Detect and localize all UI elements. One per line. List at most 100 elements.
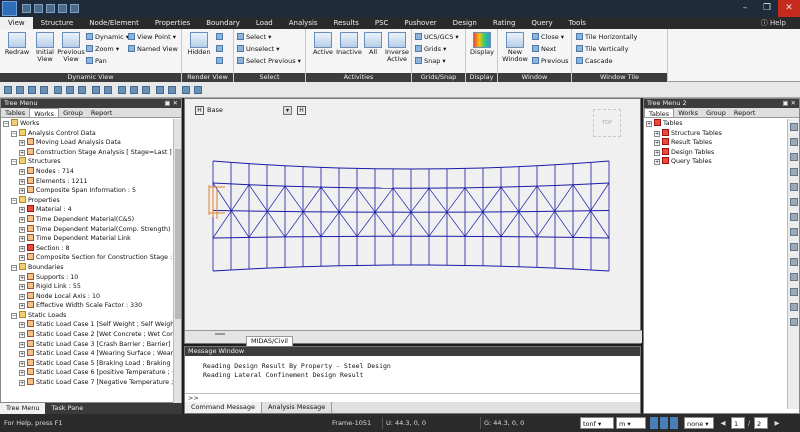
render-option-2[interactable] [216, 45, 225, 53]
restore-icon[interactable]: ❐ [756, 0, 778, 17]
panel-tab-tree-menu[interactable]: Tree Menu [0, 403, 46, 414]
side-tool-14-icon[interactable] [790, 318, 798, 326]
expand-toggle-icon[interactable]: + [19, 370, 25, 377]
toolbar-tool-7-icon[interactable] [78, 86, 86, 94]
select-button[interactable]: Select ▾ [237, 33, 271, 41]
length-unit-select[interactable]: m ▾ [616, 417, 646, 429]
chord-member[interactable] [536, 266, 556, 269]
render-option-3[interactable] [216, 57, 225, 65]
chord-member[interactable] [482, 166, 502, 169]
message-tab-command-message[interactable]: Command Message [185, 402, 262, 413]
chord-member[interactable] [212, 269, 232, 272]
tab-node-element[interactable]: Node/Element [81, 17, 147, 29]
tree-item[interactable]: + Moving Load Analysis Data [1, 138, 181, 148]
tree-item[interactable]: + Node Local Axis : 10 [1, 291, 181, 302]
expand-toggle-icon[interactable]: − [11, 197, 17, 204]
redraw-button[interactable]: Redraw [2, 32, 32, 56]
toolbar-tool-16-icon[interactable] [194, 86, 202, 94]
expand-toggle-icon[interactable]: + [19, 245, 25, 252]
tree-item[interactable]: + Supports : 10 [1, 272, 181, 283]
tree-item[interactable]: + Static Load Case 3 [Crash Barrier ; Bar… [1, 339, 181, 350]
expand-toggle-icon[interactable]: + [654, 159, 660, 166]
tree-item[interactable]: + Construction Stage Analysis [ Stage=Las… [1, 147, 181, 158]
help-menu[interactable]: ⓘ Help [761, 18, 786, 28]
chord-member[interactable] [248, 184, 268, 186]
toolbar-tool-15-icon[interactable] [182, 86, 190, 94]
tree-item[interactable]: + Elements : 1211 [1, 176, 181, 187]
tree-item[interactable]: + Composite Section for Construction Stag… [1, 253, 181, 263]
toolbar-tool-1-icon[interactable] [4, 86, 12, 94]
tree-item[interactable]: + Composite Span Information : 5 [1, 186, 181, 196]
tab-properties[interactable]: Properties [147, 17, 198, 29]
side-tool-11-icon[interactable] [790, 273, 798, 281]
tree-item[interactable]: − Analysis Control Data [1, 128, 181, 139]
expand-toggle-icon[interactable]: + [19, 188, 25, 195]
expand-toggle-icon[interactable]: + [19, 168, 25, 175]
chord-member[interactable] [284, 185, 304, 188]
panel-tab-task-pane[interactable]: Task Pane [45, 403, 89, 414]
expand-toggle-icon[interactable]: + [646, 121, 652, 127]
pan-button[interactable]: Pan [86, 57, 107, 65]
expand-toggle-icon[interactable]: + [19, 216, 25, 223]
tree-item[interactable]: + Nodes : 714 [1, 166, 181, 177]
chord-member[interactable] [554, 267, 574, 270]
tree-item[interactable]: + Static Load Case 2 [Wet Concrete ; Wet … [1, 330, 181, 340]
expand-toggle-icon[interactable]: + [19, 226, 25, 233]
chord-member[interactable] [518, 165, 538, 168]
tree-item[interactable]: + Material : 4 [1, 205, 181, 215]
ucs-gcs-button[interactable]: UCS/GCS ▾ [415, 33, 459, 41]
hidden-button[interactable]: Hidden [184, 32, 214, 56]
previous-view-button[interactable]: Previous View [56, 32, 86, 63]
chord-member[interactable] [284, 165, 304, 168]
tab-view[interactable]: View [0, 17, 33, 29]
named-view-button[interactable]: Named View [128, 45, 178, 53]
side-tool-6-icon[interactable] [790, 198, 798, 206]
chord-member[interactable] [572, 268, 592, 271]
expand-toggle-icon[interactable]: + [654, 140, 660, 147]
expand-toggle-icon[interactable]: + [19, 360, 25, 367]
zoom-button[interactable]: Zoom ▾ [86, 45, 119, 53]
page-number[interactable]: 1 [731, 417, 745, 429]
tree-menu-tab-group[interactable]: Group [59, 108, 87, 117]
grids-button[interactable]: Grids ▾ [415, 45, 446, 53]
chord-member[interactable] [320, 166, 340, 169]
chord-member[interactable] [302, 265, 322, 268]
command-input[interactable]: >> [185, 393, 640, 402]
toolbar-tool-10-icon[interactable] [118, 86, 126, 94]
tree-item[interactable]: + Tables [644, 119, 799, 129]
expand-toggle-icon[interactable]: − [11, 312, 17, 319]
tree-item[interactable]: − Properties [1, 195, 181, 206]
next-window-button[interactable]: Next [532, 45, 556, 53]
toolbar-tool-11-icon[interactable] [130, 86, 138, 94]
expand-toggle-icon[interactable]: + [19, 140, 25, 147]
tab-psc[interactable]: PSC [367, 17, 397, 29]
midas-civil-tab[interactable]: MIDAS/Civil [215, 333, 293, 347]
toolbar-tool-12-icon[interactable] [142, 86, 150, 94]
chord-member[interactable] [302, 166, 322, 168]
side-tool-4-icon[interactable] [790, 168, 798, 176]
tree-item[interactable]: − Works [1, 119, 181, 129]
inverse-active-button[interactable]: Inverse Active [382, 32, 412, 63]
expand-toggle-icon[interactable]: + [19, 284, 25, 291]
expand-toggle-icon[interactable]: + [19, 149, 25, 156]
toolbar-tool-3-icon[interactable] [28, 86, 36, 94]
tree-item[interactable]: + Effective Width Scale Factor : 330 [1, 301, 181, 311]
toolbar-tool-2-icon[interactable] [16, 86, 24, 94]
chord-member[interactable] [590, 269, 610, 272]
chord-member[interactable] [536, 164, 556, 167]
tree-scrollbar[interactable] [173, 119, 181, 403]
expand-toggle-icon[interactable]: − [11, 159, 17, 166]
tree-item[interactable]: + Structure Tables [644, 128, 799, 139]
tree-item[interactable]: + Static Load Case 4 [Wearing Surface ; W… [1, 349, 181, 359]
tab-pushover[interactable]: Pushover [396, 17, 444, 29]
chord-member[interactable] [266, 164, 286, 167]
undo-icon[interactable] [58, 4, 67, 13]
tree-menu-2-tab-works[interactable]: Works [674, 108, 702, 117]
tree-item[interactable]: + Rigid Link : 55 [1, 282, 181, 292]
pin-icon[interactable]: ▣ ✕ [782, 99, 796, 108]
chord-member[interactable] [230, 268, 250, 271]
toolbar-tool-4-icon[interactable] [40, 86, 48, 94]
tree-item[interactable]: + Query Tables [644, 157, 799, 167]
tab-query[interactable]: Query [523, 17, 560, 29]
chord-member[interactable] [284, 266, 304, 268]
